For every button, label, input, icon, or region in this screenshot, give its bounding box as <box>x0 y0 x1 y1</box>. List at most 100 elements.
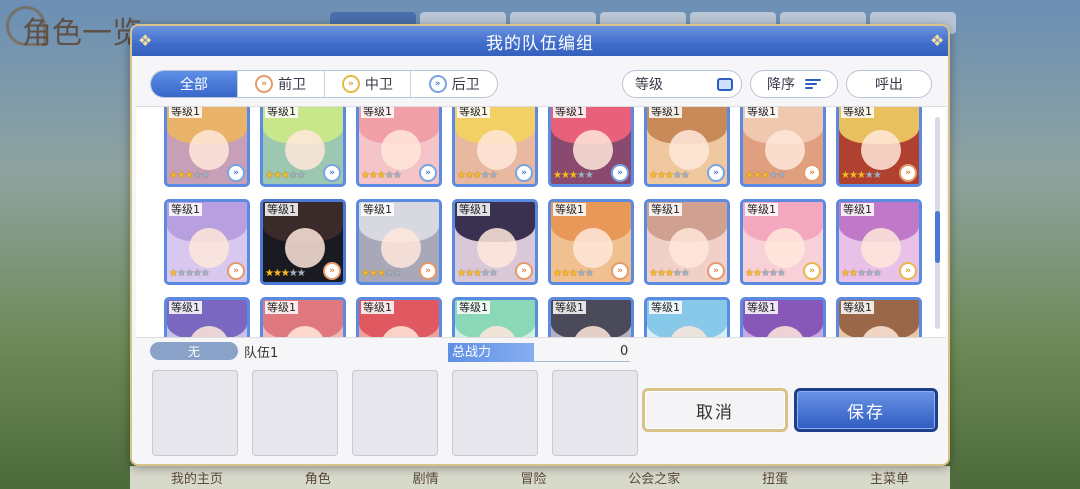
scrollbar-thumb[interactable] <box>935 211 940 263</box>
character-level-label: 等级1 <box>553 203 586 216</box>
character-card[interactable]: 等级1★★★★★» <box>260 106 346 187</box>
sort-field-button[interactable]: 等级 <box>622 70 742 98</box>
character-card[interactable]: 等级1★★★★★» <box>164 297 250 337</box>
character-list-scrollbar[interactable] <box>935 117 940 329</box>
header-ornament-icon: ❖ <box>930 31 945 50</box>
nav-item-adventure: 冒险 <box>520 472 547 487</box>
character-star-rating: ★★★★★ <box>265 170 306 181</box>
character-level-label: 等级1 <box>649 203 682 216</box>
character-level-label: 等级1 <box>745 301 778 314</box>
character-star-rating: ★★★★★ <box>841 268 882 279</box>
character-card[interactable]: 等级1★★★★★» <box>164 107 250 187</box>
filter-back-label: 后卫 <box>451 77 480 93</box>
team-slot[interactable] <box>252 370 338 456</box>
character-star-rating: ★★★★★ <box>841 170 882 181</box>
filter-middle[interactable]: » 中卫 <box>325 71 412 97</box>
filter-back[interactable]: » 后卫 <box>411 71 497 97</box>
nav-item-gacha: 扭蛋 <box>762 472 789 487</box>
character-card[interactable]: 等级1 ★★★★★ » <box>836 199 922 285</box>
character-portrait-face <box>189 228 229 268</box>
character-level-label: 等级1 <box>553 301 586 314</box>
character-portrait-face <box>861 228 901 268</box>
character-star-rating: ★★★★★ <box>745 268 786 279</box>
character-card[interactable]: 等级1 ★★★★★ » <box>740 106 826 187</box>
character-portrait-face <box>477 228 517 268</box>
front-position-icon: » <box>227 262 245 280</box>
character-star-rating: ★★★★★ <box>457 170 498 181</box>
back-position-icon: » <box>707 164 725 182</box>
front-position-icon: » <box>323 262 341 280</box>
filter-front-label: 前卫 <box>278 77 307 93</box>
position-filter: 全部 » 前卫 » 中卫 » 后卫 <box>150 70 498 98</box>
total-power-label: 总战力 <box>448 343 534 362</box>
nav-item-main-menu: 主菜单 <box>869 472 909 487</box>
team-slot[interactable] <box>552 370 638 456</box>
character-portrait-face <box>285 228 325 268</box>
character-card[interactable]: 等级1★★★★★» <box>740 199 826 285</box>
filter-front[interactable]: » 前卫 <box>238 71 325 97</box>
character-portrait-face <box>285 130 325 170</box>
team-slot[interactable] <box>452 370 538 456</box>
character-level-label: 等级1 <box>169 203 202 216</box>
character-card[interactable]: 等级1★★★★★» <box>452 106 538 187</box>
character-level-label: 等级1 <box>169 301 202 314</box>
front-position-icon: » <box>255 75 274 93</box>
character-portrait-face <box>669 130 709 170</box>
team-slot[interactable] <box>352 370 438 456</box>
character-star-rating: ★★★★★ <box>361 268 402 279</box>
character-card[interactable]: 等级1★★★★★» <box>260 199 346 285</box>
back-position-icon: » <box>227 164 245 182</box>
character-grid: 等级1 ★★★★★ » 等级1 ★★★★★ » 等级1 ★★★★★ » 等级1 ★★★★★ » 等级1 ★… <box>164 106 922 337</box>
character-card[interactable]: 等级1★★★★★» <box>260 297 346 337</box>
character-card[interactable]: 等级1★★★★★» <box>356 107 442 187</box>
dialog-header: ❖ 我的队伍编组 ❖ <box>132 26 948 56</box>
call-button[interactable]: 呼出 <box>846 70 932 98</box>
character-level-label: 等级1 <box>745 203 778 216</box>
character-level-label: 等级1 <box>841 203 874 216</box>
sort-descending-icon <box>805 79 821 89</box>
character-portrait-face <box>381 130 421 170</box>
character-card[interactable]: 等级1★★★★★» <box>836 107 922 187</box>
character-card[interactable]: 等级1★★★★★» <box>452 199 538 285</box>
sort-field-label: 等级 <box>635 77 663 93</box>
character-level-label: 等级1 <box>457 106 490 118</box>
save-button[interactable]: 保存 <box>794 388 938 432</box>
character-star-rating: ★★★★★ <box>745 170 786 181</box>
character-list[interactable]: 等级1 ★★★★★ » 等级1 ★★★★★ » 等级1 ★★★★★ » 等级1 ★★★★★ » 等级1 ★… <box>136 106 946 338</box>
front-position-icon: » <box>707 262 725 280</box>
character-card[interactable]: 等级1★★★★★» <box>164 199 250 285</box>
character-card[interactable]: 等级1★★★★★» <box>644 297 730 337</box>
team-tag: 无 <box>150 342 238 360</box>
sort-field-icon <box>717 77 733 91</box>
character-level-label: 等级1 <box>745 106 778 118</box>
character-card[interactable]: 等级1★★★★★» <box>836 297 922 337</box>
front-position-icon: » <box>611 262 629 280</box>
filter-all[interactable]: 全部 <box>151 71 238 97</box>
sort-order-button[interactable]: 降序 <box>750 70 838 98</box>
character-card[interactable]: 等级1★★★★★» <box>644 106 730 187</box>
character-card[interactable]: 等级1★★★★★» <box>356 297 442 337</box>
character-level-label: 等级1 <box>649 301 682 314</box>
character-card[interactable]: 等级1★★★★★» <box>740 297 826 337</box>
character-level-label: 等级1 <box>361 301 394 314</box>
character-card[interactable]: 等级1★★★★★» <box>548 199 634 285</box>
back-position-icon: » <box>611 164 629 182</box>
team-slot[interactable] <box>152 370 238 456</box>
nav-item-home: 我的主页 <box>170 472 223 487</box>
cancel-button[interactable]: 取消 <box>642 388 788 432</box>
character-level-label: 等级1 <box>361 203 394 216</box>
team-name[interactable]: 队伍1 <box>244 342 278 361</box>
character-card[interactable]: 等级1★★★★★» <box>356 199 442 285</box>
front-position-icon: » <box>515 262 533 280</box>
middle-position-icon: » <box>341 75 360 93</box>
character-card[interactable]: 等级1★★★★★» <box>548 107 634 187</box>
character-portrait-face <box>765 228 805 268</box>
front-position-icon: » <box>803 164 821 182</box>
character-card[interactable]: 等级1★★★★★» <box>548 297 634 337</box>
character-card[interactable]: 等级1★★★★★» <box>644 199 730 285</box>
character-level-label: 等级1 <box>649 106 682 118</box>
character-card[interactable]: 等级1★★★★★» <box>452 297 538 337</box>
character-portrait-face <box>861 130 901 170</box>
mid-position-icon: » <box>899 262 917 280</box>
character-level-label: 等级1 <box>265 106 298 118</box>
